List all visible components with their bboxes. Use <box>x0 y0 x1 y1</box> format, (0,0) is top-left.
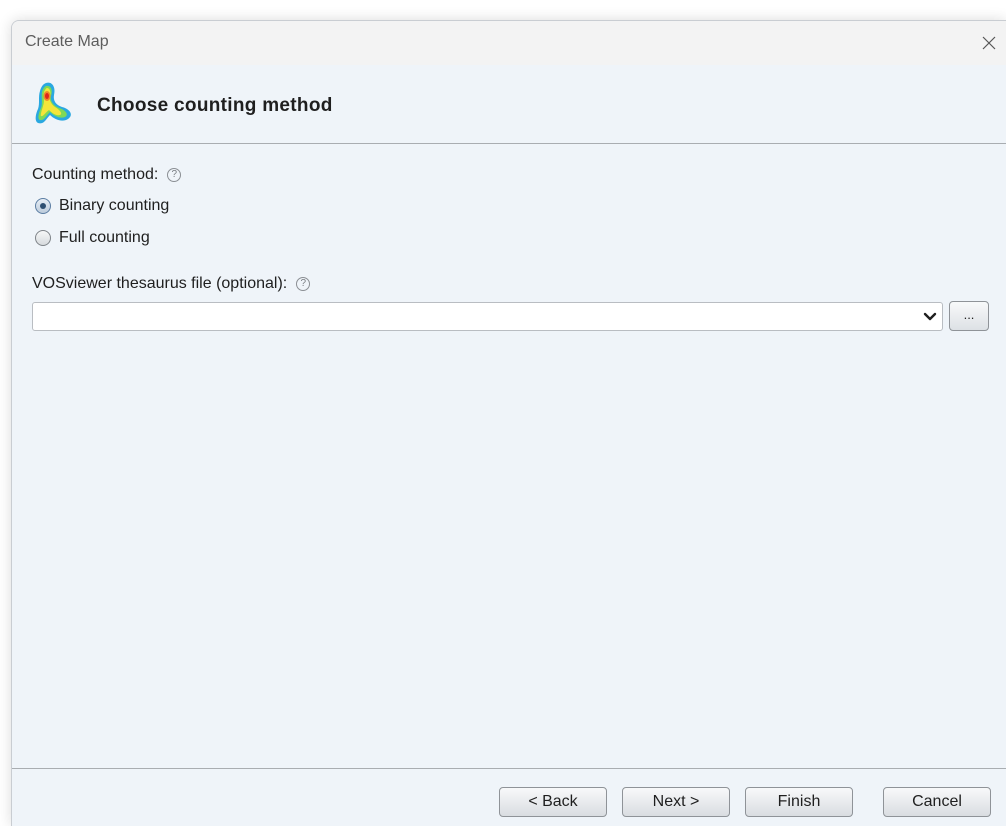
wizard-header: Choose counting method <box>12 65 1006 144</box>
vosviewer-logo-icon <box>32 79 76 129</box>
back-button[interactable]: < Back <box>499 787 607 817</box>
browse-button[interactable]: ... <box>949 301 989 331</box>
close-button[interactable] <box>974 29 1004 57</box>
counting-method-label-text: Counting method: <box>32 166 159 183</box>
cancel-button[interactable]: Cancel <box>883 787 991 817</box>
next-button[interactable]: Next > <box>622 787 730 817</box>
counting-method-label: Counting method: ? <box>32 166 182 184</box>
radio-label: Full counting <box>59 229 150 246</box>
finish-button[interactable]: Finish <box>745 787 853 817</box>
radio-button-icon[interactable] <box>35 230 51 246</box>
thesaurus-file-label: VOSviewer thesaurus file (optional): ? <box>32 275 311 293</box>
page-heading: Choose counting method <box>97 95 333 116</box>
window-title: Create Map <box>25 33 109 50</box>
radio-binary-counting[interactable]: Binary counting <box>35 197 169 215</box>
radio-button-checked-icon[interactable] <box>35 198 51 214</box>
close-icon <box>982 36 996 50</box>
title-bar: Create Map <box>12 21 1006 65</box>
help-icon[interactable]: ? <box>296 277 311 291</box>
create-map-dialog: Create Map Choose counting method Counti… <box>11 20 1006 826</box>
help-icon[interactable]: ? <box>167 168 182 182</box>
dropdown-arrow[interactable] <box>920 307 940 327</box>
radio-full-counting[interactable]: Full counting <box>35 229 150 247</box>
chevron-down-icon <box>923 312 937 321</box>
radio-label: Binary counting <box>59 197 170 214</box>
thesaurus-file-label-text: VOSviewer thesaurus file (optional): <box>32 275 288 292</box>
thesaurus-file-combobox[interactable] <box>32 302 943 331</box>
footer-divider <box>12 768 1006 769</box>
